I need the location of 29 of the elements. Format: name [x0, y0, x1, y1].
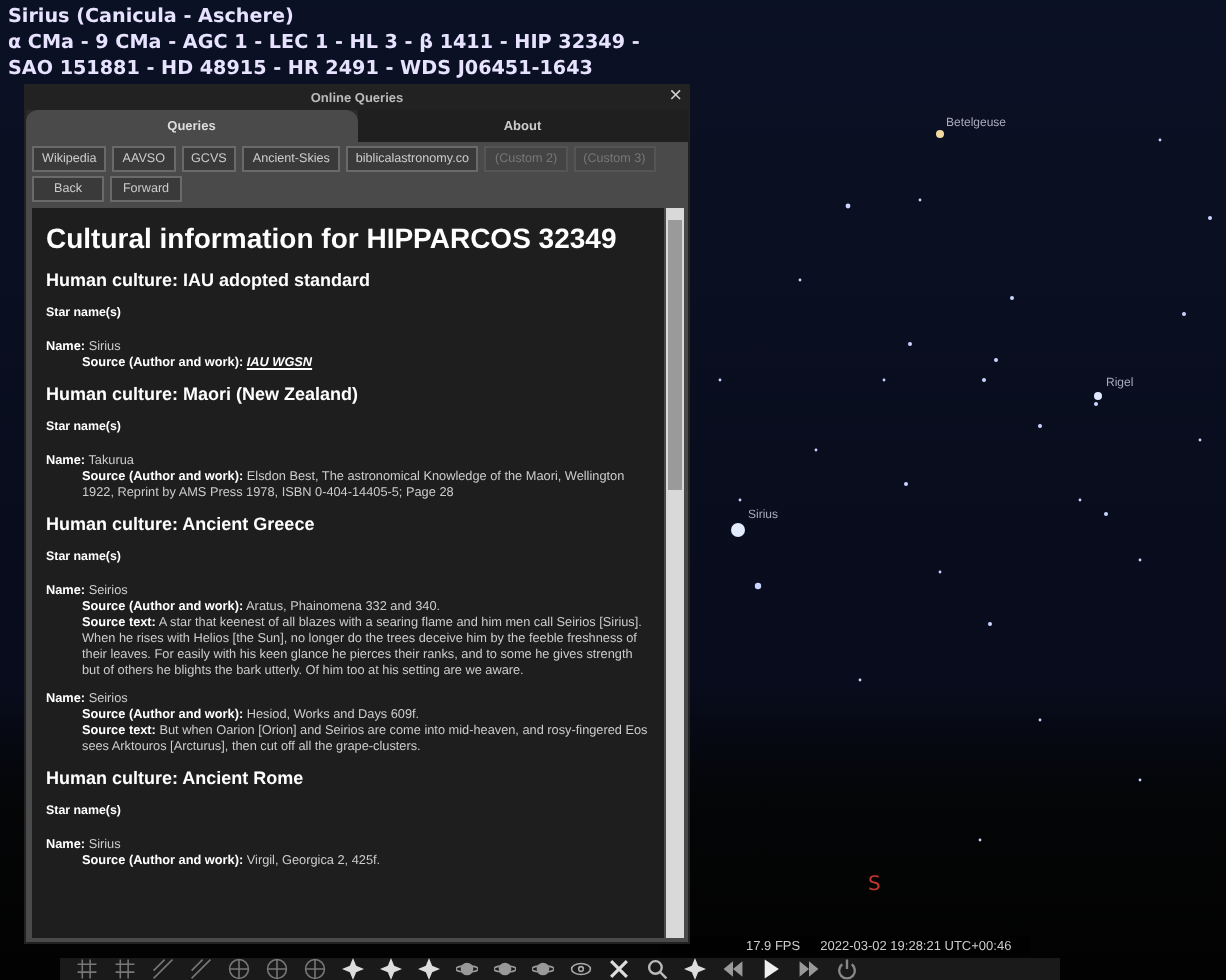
culture-heading: Human culture: Ancient Rome	[46, 768, 306, 790]
star-icon[interactable]	[380, 958, 402, 980]
grid-icon[interactable]	[114, 958, 136, 980]
page-heading: Cultural information for HIPPARCOS 32349	[46, 220, 619, 256]
culture-heading: Human culture: IAU adopted standard	[46, 270, 373, 292]
planet-icon[interactable]	[532, 958, 554, 980]
object-info-text: α CMa - 9 CMa - AGC 1 - LEC 1 - HL 3 - β 1411 - HIP 32349 -	[8, 30, 640, 56]
search-icon[interactable]	[646, 958, 668, 980]
cross-icon[interactable]	[608, 958, 630, 980]
globe-icon[interactable]	[304, 958, 326, 980]
globe-icon[interactable]	[266, 958, 288, 980]
object-info-text: SAO 151881 - HD 48915 - HR 2491 - WDS J06451-1643	[8, 56, 595, 82]
planet-icon[interactable]	[494, 958, 516, 980]
culture-heading: Human culture: Maori (New Zealand)	[46, 384, 361, 406]
line-icon[interactable]	[190, 958, 212, 980]
line-icon[interactable]	[152, 958, 174, 980]
eye-icon[interactable]	[570, 958, 592, 980]
close-button[interactable]: ×	[669, 86, 682, 108]
compass-label: S	[868, 874, 881, 896]
grid-icon[interactable]	[76, 958, 98, 980]
planet-icon[interactable]	[456, 958, 478, 980]
star-icon[interactable]	[418, 958, 440, 980]
object-info-text: Sirius (Canicula - Aschere)	[8, 4, 296, 30]
scrollbar[interactable]	[666, 208, 684, 938]
power-icon[interactable]	[836, 958, 858, 980]
globe-icon[interactable]	[228, 958, 250, 980]
culture-heading: Human culture: Ancient Greece	[46, 514, 317, 536]
star-icon[interactable]	[342, 958, 364, 980]
star-icon[interactable]	[684, 958, 706, 980]
